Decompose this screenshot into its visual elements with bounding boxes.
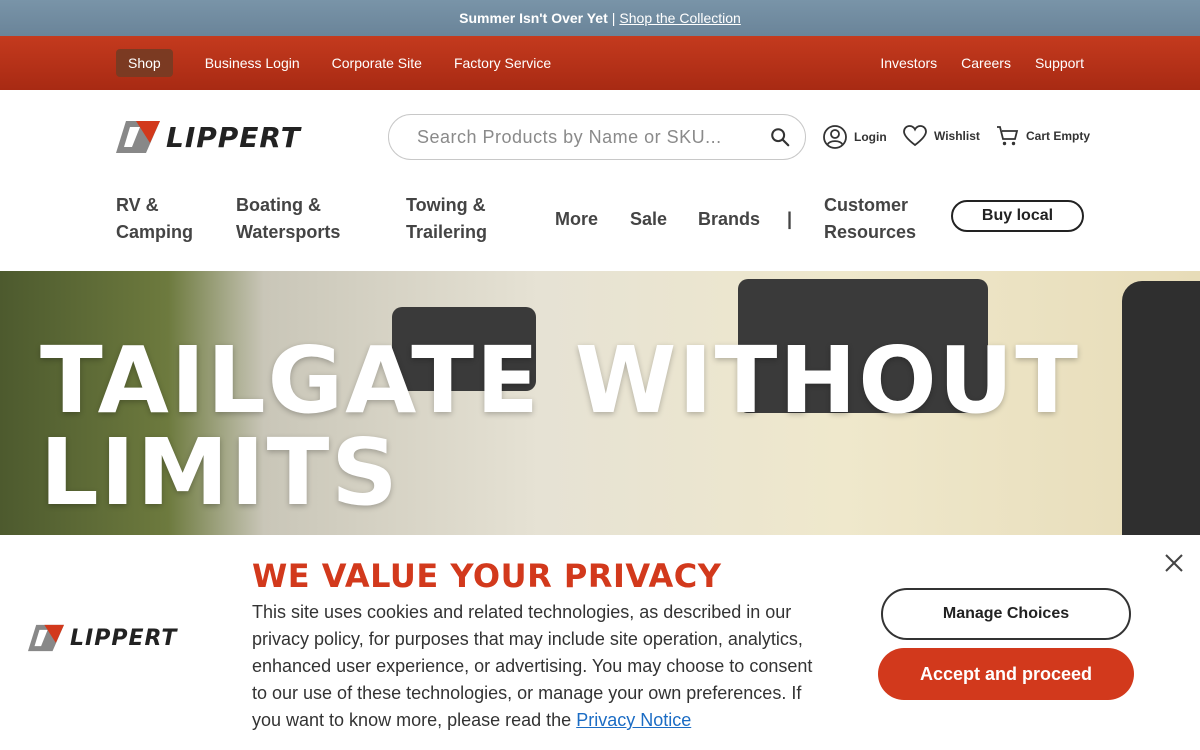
nav-label: Customer	[824, 195, 909, 215]
nav-label: Trailering	[406, 222, 488, 242]
announcement-text: Summer Isn't Over Yet	[459, 10, 608, 26]
nav-item-brands[interactable]: Brands	[698, 206, 760, 233]
privacy-notice-link[interactable]: Privacy Notice	[576, 710, 691, 730]
cart-icon	[997, 126, 1019, 146]
announcement-separator: |	[611, 10, 616, 26]
search-icon[interactable]	[769, 126, 791, 148]
privacy-body-text: This site uses cookies and related techn…	[252, 602, 813, 730]
login-link[interactable]: Login	[822, 124, 887, 150]
hero-title-line: TAILGATE WITHOUT	[40, 327, 1081, 434]
manage-choices-button[interactable]: Manage Choices	[881, 588, 1131, 640]
utility-nav: Shop Business Login Corporate Site Facto…	[0, 36, 1200, 90]
utility-link-corporate-site[interactable]: Corporate Site	[332, 55, 422, 71]
utility-link-careers[interactable]: Careers	[961, 55, 1011, 71]
announcement-link[interactable]: Shop the Collection	[619, 10, 740, 26]
login-label: Login	[854, 130, 887, 144]
nav-label: Resources	[824, 222, 917, 242]
search-input[interactable]	[417, 126, 769, 148]
utility-link-investors[interactable]: Investors	[880, 55, 937, 71]
utility-link-support[interactable]: Support	[1035, 55, 1084, 71]
nav-label: Boating &	[236, 195, 321, 215]
nav-label: Watersports	[236, 222, 341, 242]
announcement-bar: Summer Isn't Over Yet | Shop the Collect…	[0, 0, 1200, 36]
hero-title-line: LIMITS	[40, 419, 400, 526]
buy-local-button[interactable]: Buy local	[951, 200, 1084, 232]
cart-label: Cart Empty	[1026, 129, 1091, 143]
logo-wordmark: LIPPERT	[166, 120, 301, 154]
cart-link[interactable]: Cart Empty	[996, 124, 1090, 148]
privacy-title: WE VALUE YOUR PRIVACY	[252, 557, 722, 595]
wishlist-link[interactable]: Wishlist	[902, 124, 980, 148]
wishlist-label: Wishlist	[934, 129, 980, 143]
nav-item-boating-watersports[interactable]: Boating & Watersports	[236, 192, 340, 246]
hero-title: TAILGATE WITHOUT LIMITS	[40, 335, 1080, 519]
nav-item-towing-trailering[interactable]: Towing & Trailering	[406, 192, 487, 246]
nav-label: RV &	[116, 195, 159, 215]
nav-item-rv-camping[interactable]: RV & Camping	[116, 192, 193, 246]
privacy-banner: LIPPERT WE VALUE YOUR PRIVACY This site …	[0, 535, 1200, 750]
utility-link-factory-service[interactable]: Factory Service	[454, 55, 551, 71]
main-nav: RV & Camping Boating & Watersports Towin…	[116, 192, 1084, 252]
search-bar	[388, 114, 806, 160]
hero-rv-door	[1122, 281, 1200, 535]
lippert-logo-mark-icon	[28, 624, 64, 652]
lippert-logo-mark-icon	[116, 121, 160, 153]
heart-icon	[903, 125, 927, 147]
utility-link-shop[interactable]: Shop	[116, 49, 173, 77]
privacy-logo: LIPPERT	[28, 623, 177, 653]
user-icon	[823, 125, 847, 149]
hero-banner: TAILGATE WITHOUT LIMITS	[0, 271, 1200, 535]
nav-label: Camping	[116, 222, 194, 242]
site-header: LIPPERT Login Wishlist Cart Empty RV	[0, 90, 1200, 271]
close-icon[interactable]	[1162, 551, 1186, 575]
nav-divider: |	[787, 209, 793, 229]
nav-label: Towing &	[406, 195, 486, 215]
nav-item-customer-resources[interactable]: Customer Resources	[824, 192, 916, 246]
privacy-body: This site uses cookies and related techn…	[252, 599, 827, 734]
accept-button[interactable]: Accept and proceed	[878, 648, 1134, 700]
utility-link-business-login[interactable]: Business Login	[205, 55, 300, 71]
nav-item-more[interactable]: More	[555, 206, 598, 233]
privacy-logo-wordmark: LIPPERT	[70, 625, 178, 651]
site-logo[interactable]: LIPPERT	[116, 117, 356, 157]
nav-item-sale[interactable]: Sale	[630, 206, 667, 233]
